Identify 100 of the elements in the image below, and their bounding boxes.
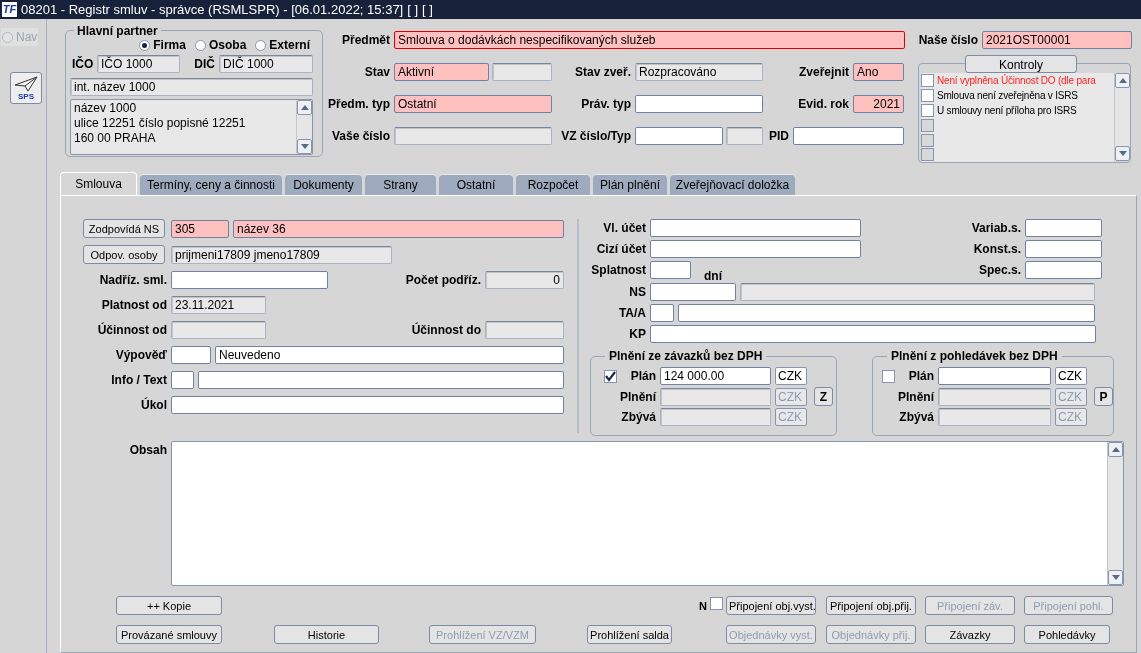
address-box[interactable]: název 1000 ulice 12251 číslo popisné 12251 160 00 PRAHA: [70, 99, 313, 155]
scroll-down-icon[interactable]: [300, 144, 309, 149]
checkbox[interactable]: [921, 104, 934, 117]
radio-button[interactable]: [194, 39, 206, 51]
input-field[interactable]: [678, 304, 1095, 323]
input-field[interactable]: 305: [171, 219, 229, 238]
input-field[interactable]: [938, 408, 1051, 427]
button[interactable]: Odpov. osoby: [83, 245, 165, 265]
tab[interactable]: Strany: [365, 174, 436, 196]
input-field[interactable]: [1025, 261, 1102, 280]
button[interactable]: Zodpovídá NS: [83, 219, 165, 239]
scrollbar[interactable]: [296, 100, 312, 154]
input-field[interactable]: [740, 283, 1095, 302]
tab[interactable]: Termíny, ceny a činnosti: [140, 174, 282, 196]
input-field[interactable]: [650, 261, 691, 280]
input-field[interactable]: 0: [485, 271, 564, 290]
input-field[interactable]: [650, 240, 861, 259]
field-label: Plnění: [897, 388, 935, 406]
button[interactable]: Připojení obj.přij.: [825, 596, 916, 616]
button[interactable]: P: [1094, 387, 1113, 407]
input-field[interactable]: Ostatní: [394, 95, 552, 113]
checkbox[interactable]: [921, 74, 934, 87]
button[interactable]: ++ Kopie: [116, 596, 222, 616]
input-field[interactable]: DIČ 1000: [219, 55, 313, 73]
tab[interactable]: Dokumenty: [285, 174, 362, 196]
input-field[interactable]: IČO 1000: [97, 55, 180, 73]
input-field[interactable]: 23.11.2021: [171, 296, 266, 315]
input-field[interactable]: Rozpracováno: [635, 63, 763, 81]
input-field[interactable]: [1025, 240, 1102, 259]
input-field[interactable]: [171, 371, 194, 390]
input-field[interactable]: [938, 367, 1051, 386]
button[interactable]: Provázané smlouvy: [116, 625, 222, 645]
field-label: Evid. rok: [797, 96, 850, 113]
scroll-up-icon[interactable]: [300, 105, 309, 110]
tab[interactable]: Zveřejňovací doložka: [670, 174, 795, 196]
input-field[interactable]: prijmeni17809 jmeno17809: [171, 245, 392, 264]
address-line: ulice 12251 číslo popisné 12251: [74, 116, 247, 131]
input-field[interactable]: [485, 321, 564, 340]
input-field[interactable]: [650, 325, 1096, 344]
input-field[interactable]: [635, 127, 723, 145]
button[interactable]: Závazky: [925, 625, 1015, 645]
scrollbar[interactable]: [1107, 442, 1123, 586]
field-label: Variab.s.: [971, 220, 1022, 238]
input-field[interactable]: [650, 304, 674, 323]
input-field[interactable]: [726, 127, 763, 145]
tab[interactable]: Smlouva: [60, 172, 137, 196]
group-title: Plnění z pohledávek bez DPH: [887, 349, 1062, 364]
scrollbar[interactable]: [1114, 73, 1130, 161]
input-field[interactable]: 2021: [853, 95, 904, 113]
input-field[interactable]: Ano: [853, 63, 904, 81]
currency-field[interactable]: CZK: [775, 367, 807, 386]
window-title: [ ]: [407, 0, 419, 19]
tab[interactable]: Rozpočet: [516, 174, 590, 196]
checkbox[interactable]: [709, 597, 723, 611]
input-field[interactable]: [660, 408, 771, 427]
sps-button[interactable]: SPS: [10, 72, 42, 104]
input-field[interactable]: [1025, 219, 1102, 238]
field-label: Obsah: [128, 442, 168, 460]
input-field[interactable]: název 36: [233, 219, 564, 238]
input-field[interactable]: int. název 1000: [70, 78, 313, 96]
input-field[interactable]: Neuvedeno: [215, 346, 564, 365]
input-field[interactable]: 124 000.00: [660, 367, 771, 386]
input-field[interactable]: [492, 63, 552, 81]
input-field[interactable]: [198, 371, 564, 390]
input-field[interactable]: [171, 321, 266, 340]
input-field[interactable]: Smlouva o dodávkách nespecifikovaných služeb: [394, 31, 905, 49]
radio-button[interactable]: [255, 39, 267, 51]
input-field[interactable]: [171, 396, 564, 415]
button[interactable]: Prohlížení salda: [587, 625, 672, 645]
input-field[interactable]: [793, 127, 904, 145]
input-field[interactable]: [938, 387, 1051, 406]
scroll-down-icon[interactable]: [1111, 575, 1120, 581]
button[interactable]: Připojení obj.vyst.: [725, 596, 816, 616]
input-field[interactable]: 2021OST00001: [982, 31, 1132, 49]
input-field[interactable]: [394, 127, 552, 145]
field-label: IČO: [71, 55, 95, 73]
input-field[interactable]: Aktivní: [394, 63, 489, 81]
input-field[interactable]: [650, 283, 736, 302]
field-label: Účinnost do: [410, 321, 482, 340]
button[interactable]: Z: [814, 387, 833, 407]
window-title: 08201 - Registr smluv - správce (RSMLSPR) - [06.01.2022; 15:37]: [21, 0, 404, 19]
button[interactable]: Historie: [274, 625, 379, 645]
input-field[interactable]: [171, 346, 211, 365]
input-field[interactable]: [635, 95, 763, 113]
checks-button[interactable]: Kontroly: [965, 55, 1077, 73]
checkbox[interactable]: [604, 369, 617, 383]
scroll-up-icon[interactable]: [1118, 78, 1127, 83]
tab[interactable]: Ostatní: [439, 174, 513, 196]
check-message: U smlouvy není příloha pro ISRS: [937, 104, 1077, 118]
button[interactable]: Pohledávky: [1024, 625, 1110, 645]
scroll-up-icon[interactable]: [1111, 447, 1120, 453]
checkbox[interactable]: [882, 369, 895, 383]
input-field[interactable]: [660, 387, 771, 406]
input-field[interactable]: [650, 219, 861, 238]
scroll-down-icon[interactable]: [1118, 151, 1127, 156]
input-field[interactable]: [171, 271, 328, 290]
tab[interactable]: Plán plnění: [593, 174, 667, 196]
currency-field[interactable]: CZK: [1055, 367, 1087, 386]
radio-button[interactable]: [139, 39, 151, 51]
checkbox[interactable]: [921, 89, 934, 102]
